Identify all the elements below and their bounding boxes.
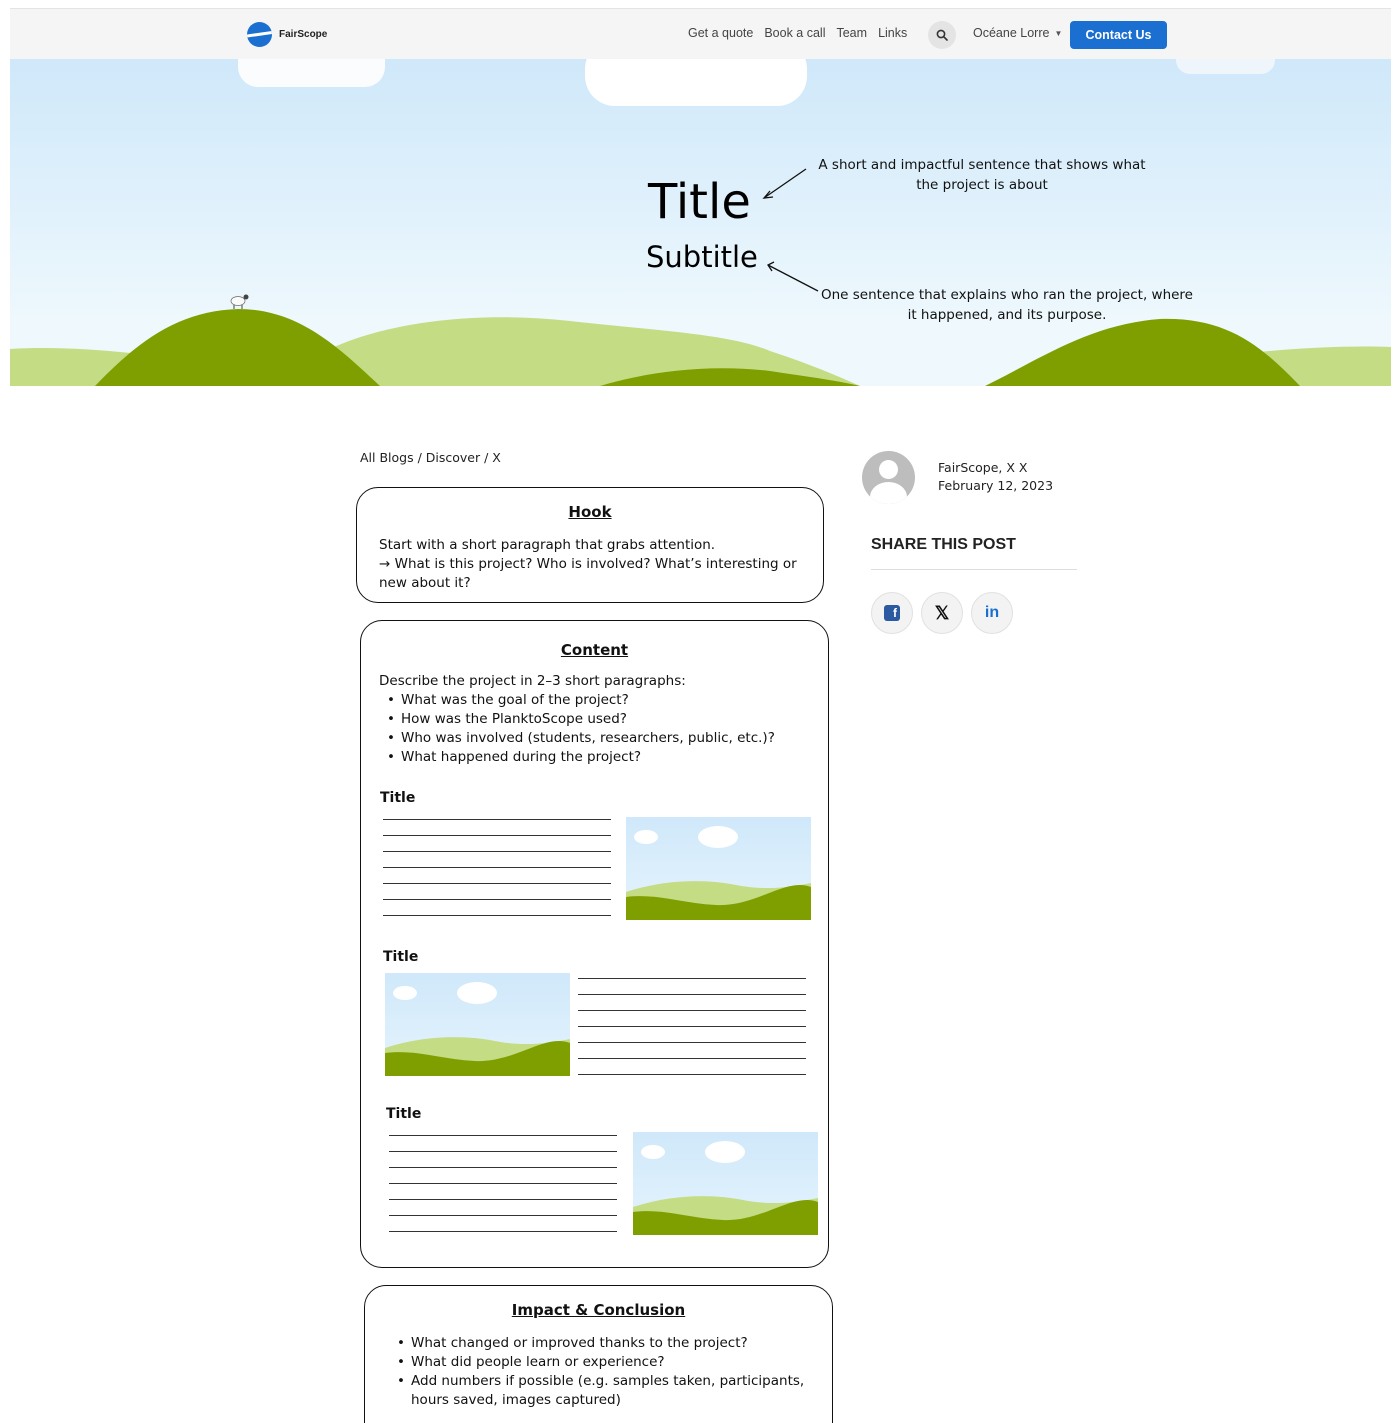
title-annotation: A short and impactful sentence that show… [818, 157, 1146, 193]
content-text: Describe the project in 2–3 short paragr… [379, 672, 819, 767]
impact-text: What changed or improved thanks to the p… [389, 1334, 821, 1410]
search-button[interactable] [928, 21, 956, 49]
share-title: SHARE THIS POST [871, 536, 1016, 553]
share-facebook-button[interactable]: f [871, 592, 913, 634]
placeholder-text-lines-2 [578, 963, 806, 1075]
content-bullet-list: What was the goal of the project? How wa… [379, 691, 819, 767]
placeholder-image-2 [385, 973, 570, 1076]
breadcrumb[interactable]: All Blogs / Discover / X [360, 450, 501, 465]
impact-title: Impact & Conclusion [511, 1301, 686, 1319]
nav-links: Get a quote Book a call Team Links [688, 26, 907, 40]
nav-link-book-a-call[interactable]: Book a call [764, 26, 825, 40]
hook-line-2: → What is this project? Who is involved?… [379, 556, 797, 591]
user-menu-dropdown[interactable]: Océane Lorre ▼ [973, 26, 1062, 40]
nav-link-links[interactable]: Links [878, 26, 907, 40]
x-twitter-icon: 𝕏 [934, 602, 950, 623]
hero-banner: Title Subtitle A short and impactful sen… [10, 59, 1391, 386]
author-name: FairScope, X X [938, 460, 1028, 475]
share-divider [871, 569, 1077, 570]
section-title-2: Title [383, 949, 419, 965]
caret-down-icon: ▼ [1054, 28, 1063, 38]
share-linkedin-button[interactable]: in [971, 592, 1013, 634]
author-avatar [862, 451, 915, 504]
impact-bullet-list: What changed or improved thanks to the p… [389, 1334, 821, 1410]
placeholder-text-lines-3 [389, 1120, 617, 1232]
user-name: Océane Lorre [973, 26, 1050, 40]
list-item: What was the goal of the project? [379, 691, 819, 710]
hook-title: Hook [568, 503, 612, 521]
search-icon [936, 29, 948, 41]
hook-box: Hook Start with a short paragraph that g… [356, 487, 824, 603]
nav-link-team[interactable]: Team [836, 26, 867, 40]
post-date: February 12, 2023 [938, 478, 1054, 493]
list-item: What changed or improved thanks to the p… [389, 1334, 821, 1353]
hook-text: Start with a short paragraph that grabs … [379, 536, 807, 593]
list-item: Add numbers if possible (e.g. samples ta… [389, 1372, 821, 1410]
fairscope-logo-icon [247, 22, 272, 47]
hero-subtitle: Subtitle [646, 240, 758, 274]
facebook-icon: f [884, 605, 900, 621]
nav-link-get-a-quote[interactable]: Get a quote [688, 26, 753, 40]
contact-us-button[interactable]: Contact Us [1070, 21, 1167, 49]
brand-logo-link[interactable]: FairScope [247, 22, 327, 47]
content-title: Content [560, 641, 629, 659]
placeholder-image-3 [633, 1132, 818, 1235]
list-item: Who was involved (students, researchers,… [379, 729, 819, 748]
subtitle-annotation: One sentence that explains who ran the p… [820, 287, 1193, 323]
linkedin-icon: in [984, 604, 1000, 621]
impact-box: Impact & Conclusion What changed or impr… [364, 1285, 833, 1423]
author-info: FairScope, X X February 12, 2023 [938, 459, 1053, 495]
brand-name: FairScope [279, 29, 328, 40]
placeholder-image-1 [626, 817, 811, 920]
list-item: How was the PlanktoScope used? [379, 710, 819, 729]
content-intro: Describe the project in 2–3 short paragr… [379, 673, 686, 689]
list-item: What happened during the project? [379, 748, 819, 767]
placeholder-text-lines-1 [383, 804, 611, 916]
hook-line-1: Start with a short paragraph that grabs … [379, 537, 716, 553]
navbar: FairScope Get a quote Book a call Team L… [10, 8, 1391, 59]
hero-title: Title [648, 174, 751, 230]
share-x-button[interactable]: 𝕏 [921, 592, 963, 634]
content-box: Content Describe the project in 2–3 shor… [360, 620, 829, 1268]
list-item: What did people learn or experience? [389, 1353, 821, 1372]
sheep-icon [230, 294, 249, 309]
